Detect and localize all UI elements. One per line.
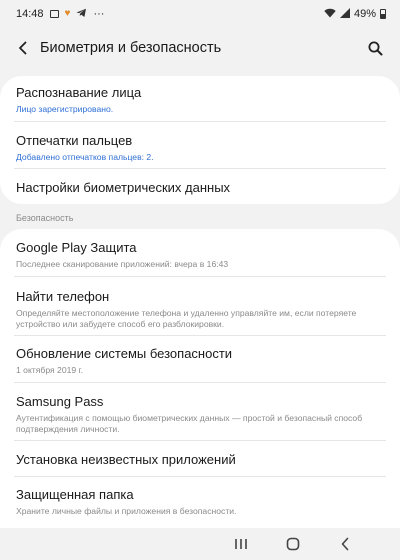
divider [14, 440, 386, 441]
heart-notification-icon: ♥ [64, 8, 71, 19]
battery-percent: 49% [353, 8, 376, 20]
item-status: Лицо зарегистрировано. [16, 104, 114, 114]
item-label: Google Play Защита [16, 240, 137, 255]
home-button[interactable] [283, 534, 303, 554]
item-label: Отпечатки пальцев [16, 133, 133, 148]
battery-icon [380, 9, 386, 19]
item-label: Обновление системы безопасности [16, 346, 233, 361]
telegram-notification-icon [76, 8, 87, 21]
google-play-protect-item[interactable]: Google Play Защита Последнее сканировани… [0, 240, 400, 270]
back-icon [341, 537, 349, 551]
item-label: Защищенная папка [16, 487, 134, 502]
secure-folder-item[interactable]: Защищенная папка Храните личные файлы и … [0, 487, 400, 517]
item-label: Samsung Pass [16, 394, 104, 409]
gallery-notification-icon [49, 10, 59, 18]
search-icon [368, 41, 382, 55]
divider [14, 168, 386, 169]
recent-apps-icon [235, 539, 247, 549]
back-button[interactable] [12, 37, 34, 59]
samsung-pass-item[interactable]: Samsung Pass Аутентификация с помощью би… [0, 394, 400, 435]
item-label: Найти телефон [16, 289, 110, 304]
item-label: Установка неизвестных приложений [16, 452, 236, 467]
face-recognition-item[interactable]: Распознавание лица Лицо зарегистрировано… [0, 85, 400, 115]
biometric-settings-item[interactable]: Настройки биометрических данных [0, 180, 400, 195]
more-notifications-icon: ··· [93, 8, 105, 20]
recent-apps-button[interactable] [231, 534, 251, 554]
signal-icon [339, 7, 350, 21]
search-button[interactable] [364, 37, 386, 59]
security-section-header: Безопасность [16, 213, 74, 223]
item-summary: Последнее сканирование приложений: вчера… [16, 259, 229, 269]
item-status: Добавлено отпечатков пальцев: 2. [16, 152, 154, 162]
chevron-left-icon [19, 41, 27, 55]
status-time: 14:48 [16, 8, 44, 20]
item-label: Распознавание лица [16, 85, 142, 100]
unknown-apps-item[interactable]: Установка неизвестных приложений [0, 452, 400, 467]
item-label: Настройки биометрических данных [16, 180, 231, 195]
page-title: Биометрия и безопасность [40, 40, 222, 56]
divider [14, 121, 386, 122]
home-icon [286, 537, 300, 551]
security-card: Google Play Защита Последнее сканировани… [0, 229, 400, 529]
nav-back-button[interactable] [335, 534, 355, 554]
item-summary: 1 октября 2019 г. [16, 365, 84, 375]
navigation-bar [0, 528, 400, 560]
item-summary: Определяйте местоположение телефона и уд… [16, 308, 357, 329]
divider [14, 335, 386, 336]
divider [14, 382, 386, 383]
fingerprints-item[interactable]: Отпечатки пальцев Добавлено отпечатков п… [0, 133, 400, 163]
item-summary: Храните личные файлы и приложения в безо… [16, 506, 237, 516]
biometrics-card: Распознавание лица Лицо зарегистрировано… [0, 76, 400, 204]
security-update-item[interactable]: Обновление системы безопасности 1 октябр… [0, 346, 400, 376]
status-bar: 14:48 ♥ ··· 49% [0, 0, 400, 28]
find-my-phone-item[interactable]: Найти телефон Определяйте местоположение… [0, 289, 400, 330]
divider [14, 476, 386, 477]
divider [14, 276, 386, 277]
wifi-icon [324, 8, 336, 21]
app-bar: Биометрия и безопасность [0, 28, 400, 68]
item-summary: Аутентификация с помощью биометрических … [16, 413, 363, 434]
